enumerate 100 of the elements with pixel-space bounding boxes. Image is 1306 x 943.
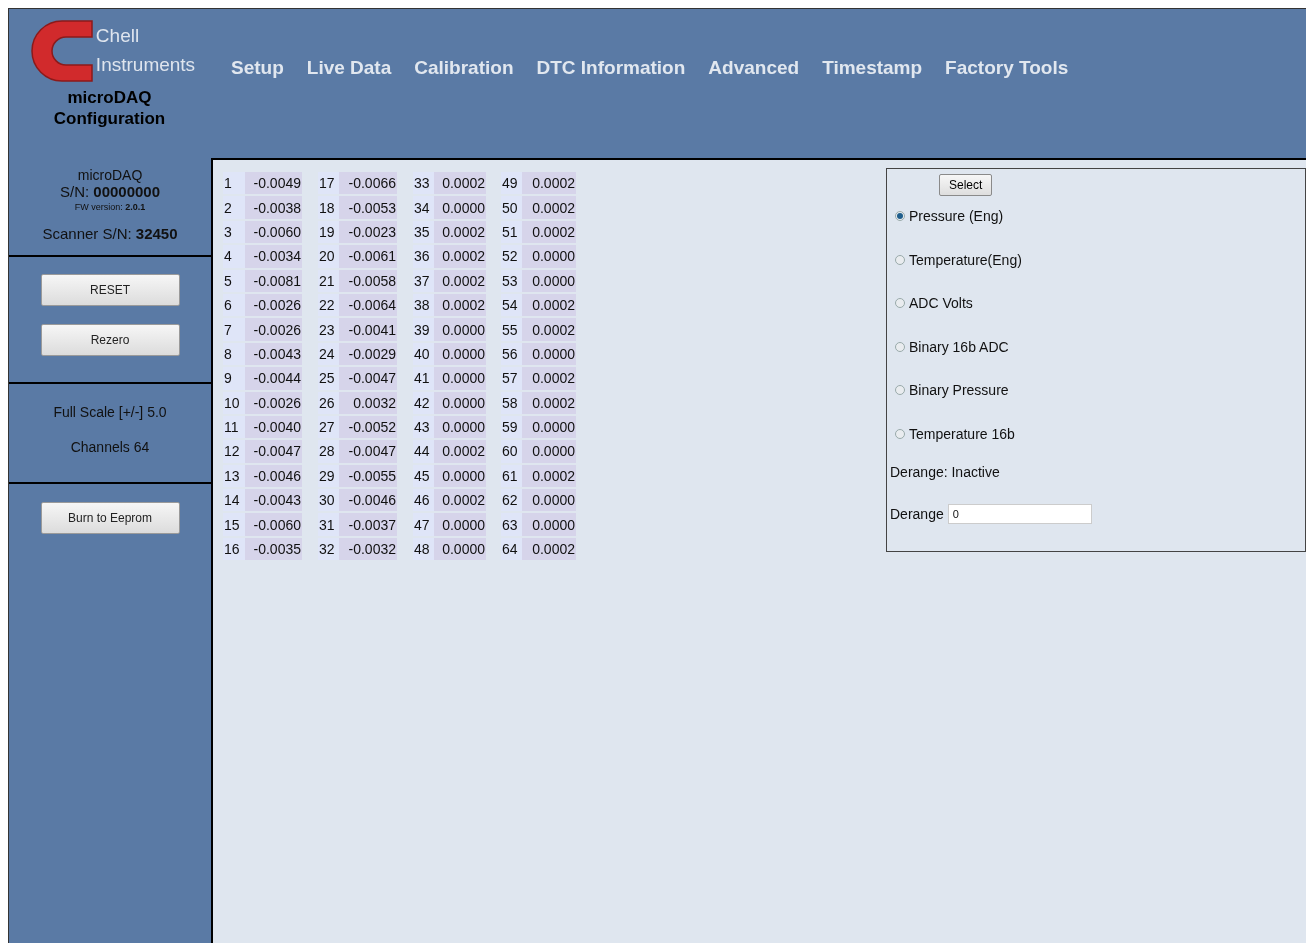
full-scale-label: Full Scale [+/-] 5.0 (53, 404, 167, 420)
nav-link[interactable]: Calibration (414, 57, 514, 79)
channel-number: 19 (318, 220, 339, 244)
reset-button[interactable]: RESET (40, 274, 180, 306)
channel-number: 6 (223, 293, 245, 317)
channel-value: -0.0026 (245, 318, 302, 341)
derange-field[interactable]: 0 (947, 504, 1092, 524)
radio-button[interactable] (895, 211, 905, 221)
channel-number: 60 (501, 440, 522, 463)
channel-number: 16 (223, 537, 245, 561)
channel-count: Channels 64 (70, 439, 150, 455)
channel-value: -0.0046 (245, 464, 302, 488)
channel-value: 0.0002 (522, 318, 576, 341)
channel-number: 62 (501, 489, 522, 512)
channel-value: -0.0026 (245, 391, 302, 414)
firmware-version: FW version: 2.0.1 (74, 202, 146, 212)
channel-number: 1 (223, 172, 245, 195)
channel-value: -0.0043 (245, 489, 302, 512)
channel-value: 0.0000 (522, 269, 576, 292)
channel-value: -0.0038 (245, 196, 302, 219)
channel-value: -0.0044 (245, 367, 302, 390)
nav-link[interactable]: Timestamp (822, 57, 923, 79)
channel-number: 39 (413, 318, 434, 341)
channel-number: 13 (223, 464, 245, 488)
channel-value: 0.0000 (434, 318, 486, 341)
radio-label: Temperature(Eng) (909, 251, 1022, 268)
radio-label: Binary 16b ADC (909, 338, 1009, 355)
channel-number: 33 (413, 172, 434, 195)
channel-value: 0.0000 (522, 513, 576, 536)
channel-number: 53 (501, 269, 522, 292)
channel-value: -0.0026 (245, 293, 302, 317)
channel-value: 0.0000 (522, 415, 576, 439)
radio-label: Binary Pressure (909, 382, 1009, 398)
channel-number: 3 (223, 220, 245, 244)
nav-link[interactable]: DTC Information (536, 57, 686, 79)
channel-number: 5 (223, 269, 245, 292)
channel-value: 0.0002 (434, 293, 486, 317)
channel-value: 0.0000 (522, 440, 576, 463)
channel-value: 0.0002 (434, 489, 486, 512)
channel-number: 63 (501, 513, 522, 536)
channel-number: 32 (318, 537, 339, 561)
channel-number: 28 (318, 440, 339, 463)
channel-value: -0.0058 (339, 269, 397, 292)
rezero-button[interactable]: Rezero (40, 324, 180, 356)
channel-value: 0.0002 (522, 196, 576, 219)
channel-value: 0.0000 (434, 342, 486, 366)
channel-value: 0.0000 (434, 391, 486, 414)
channel-value: -0.0061 (339, 245, 397, 268)
channel-value: 0.0002 (434, 269, 486, 292)
radio-button[interactable] (895, 385, 905, 395)
channel-number: 15 (223, 513, 245, 536)
channel-value: 0.0002 (434, 220, 486, 244)
channel-value: -0.0047 (245, 440, 302, 463)
channel-number: 59 (501, 415, 522, 439)
channel-value: -0.0037 (339, 513, 397, 536)
channel-number: 24 (318, 342, 339, 366)
radio-button[interactable] (895, 428, 905, 439)
channel-number: 58 (501, 391, 522, 414)
channel-number: 25 (318, 367, 339, 390)
channel-value: 0.0000 (434, 196, 486, 219)
nav-link[interactable]: Setup (231, 57, 284, 79)
channel-value: 0.0000 (434, 513, 486, 536)
channel-number: 4 (223, 245, 245, 268)
channel-number: 14 (223, 489, 245, 512)
channel-value: 0.0002 (522, 220, 576, 244)
serial-number: S/N: 00000000 (59, 183, 161, 200)
channel-value: 0.0000 (434, 415, 486, 439)
channel-number: 7 (223, 318, 245, 341)
channel-value: 0.0002 (434, 245, 486, 268)
burn-to-eeprom-button[interactable]: Burn to Eeprom (40, 502, 180, 534)
channel-number: 10 (223, 391, 245, 414)
radio-button[interactable] (895, 254, 905, 265)
channel-number: 48 (413, 537, 434, 561)
channel-value: 0.0002 (522, 464, 576, 488)
select-button[interactable]: Select (939, 174, 993, 196)
channel-value: -0.0047 (339, 440, 397, 463)
channel-value: -0.0064 (339, 293, 397, 317)
channel-number: 54 (501, 293, 522, 317)
channel-number: 49 (501, 172, 522, 195)
radio-button[interactable] (895, 298, 905, 308)
channel-value: 0.0000 (434, 464, 486, 488)
channel-number: 9 (223, 367, 245, 390)
channel-number: 22 (318, 293, 339, 317)
channel-number: 37 (413, 269, 434, 292)
channel-value: 0.0002 (522, 537, 576, 561)
radio-label: ADC Volts (909, 295, 973, 311)
channel-number: 23 (318, 318, 339, 341)
nav-link[interactable]: Live Data (306, 57, 392, 79)
radio-button[interactable] (895, 341, 905, 352)
channel-number: 31 (318, 513, 339, 536)
channel-number: 29 (318, 464, 339, 488)
nav-link[interactable]: Factory Tools (945, 57, 1069, 79)
channel-value: -0.0043 (245, 342, 302, 366)
channel-number: 26 (318, 391, 339, 414)
channel-value: 0.0000 (522, 489, 576, 512)
channel-value: 0.0000 (434, 367, 486, 390)
channel-value: 0.0002 (434, 440, 486, 463)
channel-value: -0.0032 (339, 537, 397, 561)
device-name: microDAQ (77, 167, 143, 183)
nav-link[interactable]: Advanced (708, 57, 800, 79)
